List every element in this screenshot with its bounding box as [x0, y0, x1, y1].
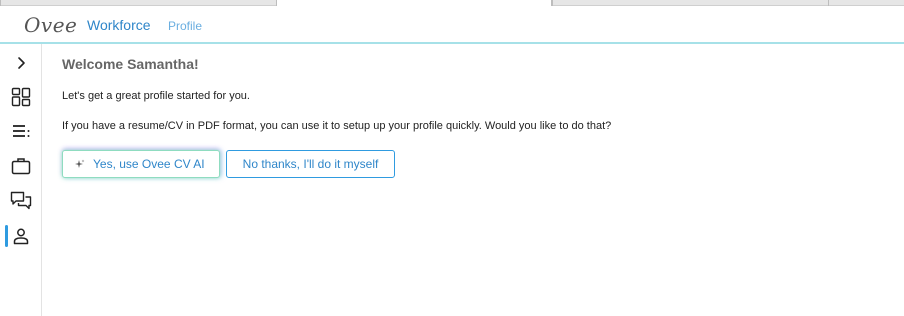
resume-question-text: If you have a resume/CV in PDF format, y…: [62, 120, 612, 132]
person-icon: [12, 227, 30, 245]
page-title: Welcome Samantha!: [62, 56, 199, 72]
sparkle-icon: [75, 159, 85, 169]
sidebar: [0, 44, 42, 316]
list-icon: [11, 123, 31, 139]
dashboard-grid-icon: [11, 87, 31, 107]
sidebar-item-jobs[interactable]: [0, 152, 42, 180]
sidebar-item-profile[interactable]: [0, 222, 42, 250]
intro-text: Let's get a great profile started for yo…: [62, 90, 250, 102]
sidebar-item-dashboard[interactable]: [0, 83, 42, 111]
breadcrumb-profile[interactable]: Profile: [168, 19, 202, 33]
active-indicator: [5, 225, 8, 247]
breadcrumb-workforce[interactable]: Workforce: [87, 17, 151, 33]
sidebar-item-messages[interactable]: [0, 187, 42, 215]
chat-bubbles-icon: [10, 191, 32, 211]
app-logo[interactable]: Ovee: [24, 13, 77, 37]
use-cv-ai-label: Yes, use Ovee CV AI: [93, 157, 205, 171]
briefcase-icon: [11, 157, 31, 175]
chevron-right-icon: [14, 56, 28, 70]
header-divider: [0, 42, 904, 44]
sidebar-expand[interactable]: [0, 49, 42, 77]
app-header: Ovee Workforce Profile: [0, 6, 904, 43]
decline-cv-label: No thanks, I'll do it myself: [242, 157, 379, 171]
sidebar-item-list[interactable]: [0, 117, 42, 145]
decline-cv-button[interactable]: No thanks, I'll do it myself: [226, 150, 395, 178]
use-cv-ai-button[interactable]: Yes, use Ovee CV AI: [62, 150, 220, 178]
